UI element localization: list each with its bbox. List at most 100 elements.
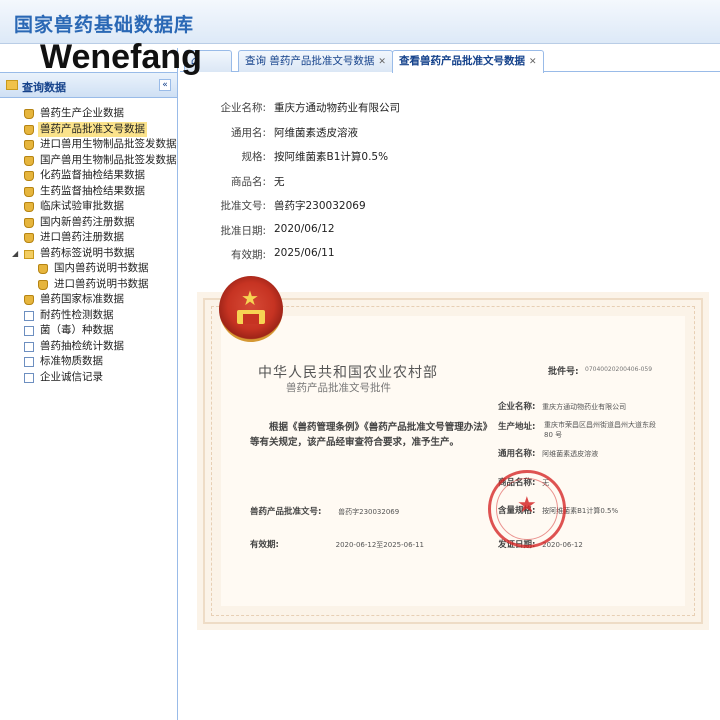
page-icon	[24, 326, 34, 336]
sidebar-item-label: 兽药国家标准数据	[40, 293, 124, 305]
sidebar-item[interactable]: 兽药产品批准文号数据	[0, 121, 177, 138]
sidebar-item-label: 耐药性检测数据	[40, 308, 114, 321]
tab-label: 查看兽药产品批准文号数据	[399, 55, 525, 67]
expand-arrow-icon[interactable]: ◢	[12, 246, 18, 261]
database-icon	[24, 171, 34, 181]
sidebar-item[interactable]: 国产兽用生物制品批签发数据	[0, 153, 177, 169]
sidebar: 查询数据 « 兽药生产企业数据兽药产品批准文号数据 进口兽用生物制品批签发数据 国产…	[0, 48, 178, 720]
field-label: 批准日期:	[220, 224, 266, 237]
sidebar-item[interactable]: 兽药国家标准数据	[0, 292, 177, 308]
field-label: 规格:	[241, 151, 266, 163]
field-value: 2025/06/11	[274, 247, 335, 259]
official-seal-icon: ★	[488, 470, 566, 548]
database-icon	[24, 186, 34, 197]
tab-view-approval[interactable]: 查看兽药产品批准文号数据 ✕	[392, 50, 544, 73]
sidebar-title: 查询数据	[22, 81, 66, 94]
sidebar-tree: 兽药生产企业数据兽药产品批准文号数据 进口兽用生物制品批签发数据 国产兽用生物制品批…	[0, 98, 177, 385]
approval-number-label: 兽药产品批准文号:	[250, 507, 322, 517]
page-icon	[24, 341, 34, 352]
certificate-subtitle: 兽药产品批准文号批件	[286, 382, 391, 394]
permit-number-label: 批件号:	[548, 367, 579, 377]
collapse-icon[interactable]: «	[159, 79, 171, 91]
company-row: 企业名称: 重庆方通动物药业有限公司	[498, 400, 626, 412]
certificate-image	[197, 292, 709, 630]
address-label: 生产地址:	[498, 422, 536, 432]
sidebar-item-label: 进口兽药注册数据	[40, 231, 124, 243]
field-value: 2020/06/12	[274, 222, 335, 235]
generic-name-row: 通用名称: 阿维菌素透皮溶液	[498, 447, 598, 459]
detail-row-validity: 有效期: 2025/06/11	[196, 247, 696, 272]
sidebar-item[interactable]: 国内新兽药注册数据	[0, 215, 177, 231]
sidebar-item[interactable]: 兽药抽检统计数据	[0, 339, 177, 355]
generic-name-label: 通用名称:	[498, 449, 536, 459]
permit-number-value: 07040020200406-059	[585, 366, 653, 373]
folder-icon	[24, 249, 34, 259]
sidebar-item[interactable]: 进口兽药说明书数据	[0, 277, 177, 293]
sidebar-item[interactable]: 国内兽药说明书数据	[0, 261, 177, 277]
sidebar-item-label: 生药监督抽检结果数据	[40, 184, 145, 197]
detail-row-generic-name: 通用名: 阿维菌素透皮溶液	[196, 125, 696, 150]
field-label: 批准文号:	[220, 200, 266, 212]
sidebar-item[interactable]: ◢ 兽药标签说明书数据	[0, 246, 177, 262]
database-icon	[24, 233, 34, 243]
database-icon	[24, 295, 34, 305]
watermark-text: Wenefang	[40, 38, 202, 76]
detail-panel: 企业名称: 重庆方通动物药业有限公司 通用名: 阿维菌素透皮溶液 规格: 按阿维…	[196, 100, 696, 272]
generic-name-value: 阿维菌素透皮溶液	[542, 450, 599, 458]
detail-row-approval-date: 批准日期: 2020/06/12	[196, 223, 696, 248]
certificate-title: 中华人民共和国农业农村部	[258, 365, 438, 381]
national-emblem-icon: ★	[219, 276, 283, 342]
sidebar-item[interactable]: 进口兽用生物制品批签发数据	[0, 137, 177, 153]
sidebar-item-label: 兽药抽检统计数据	[40, 339, 124, 352]
sidebar-item-label: 标准物质数据	[40, 355, 103, 367]
sidebar-item-label: 兽药标签说明书数据	[40, 246, 135, 259]
sidebar-item[interactable]: 标准物质数据	[0, 354, 177, 370]
field-value: 阿维菌素透皮溶液	[274, 126, 358, 139]
database-icon	[24, 140, 34, 150]
sidebar-item[interactable]: 菌（毒）种数据	[0, 323, 177, 339]
database-icon	[24, 155, 34, 166]
sidebar-item[interactable]: 兽药生产企业数据	[0, 106, 177, 122]
sidebar-item-label: 化药监督抽检结果数据	[40, 169, 145, 181]
page-icon	[24, 372, 34, 383]
sidebar-item-label: 兽药产品批准文号数据	[38, 121, 147, 137]
issue-date-value: 2020-06-12	[542, 541, 583, 549]
database-icon	[24, 124, 34, 135]
sidebar-item[interactable]: 企业诚信记录	[0, 370, 177, 386]
tab-bar: ⌂ 查询 兽药产品批准文号数据 ✕ 查看兽药产品批准文号数据 ✕	[180, 48, 720, 73]
field-label: 商品名:	[230, 175, 266, 188]
sidebar-item[interactable]: 生药监督抽检结果数据	[0, 184, 177, 200]
approval-number-row: 兽药产品批准文号: 兽药字230032069	[250, 505, 399, 517]
approval-number-value: 兽药字230032069	[338, 508, 400, 516]
sidebar-item-label: 国产兽用生物制品批签发数据	[40, 153, 177, 166]
field-label: 通用名:	[230, 126, 266, 139]
database-icon	[24, 109, 34, 119]
page-icon	[24, 310, 34, 321]
tab-query-approval[interactable]: 查询 兽药产品批准文号数据 ✕	[238, 50, 393, 72]
sidebar-item-label: 兽药生产企业数据	[40, 107, 124, 119]
sidebar-item[interactable]: 耐药性检测数据	[0, 308, 177, 324]
sidebar-item[interactable]: 化药监督抽检结果数据	[0, 168, 177, 184]
close-icon[interactable]: ✕	[378, 57, 386, 67]
folder-icon	[6, 80, 18, 90]
field-label: 企业名称:	[220, 102, 266, 114]
tab-label: 查询 兽药产品批准文号数据	[245, 55, 375, 67]
sidebar-item-label: 进口兽用生物制品批签发数据	[40, 138, 177, 150]
sidebar-item-label: 企业诚信记录	[40, 370, 103, 383]
sidebar-item[interactable]: 临床试验审批数据	[0, 199, 177, 215]
field-value: 兽药字230032069	[274, 200, 366, 212]
detail-row-company: 企业名称: 重庆方通动物药业有限公司	[196, 100, 696, 125]
field-label: 有效期:	[230, 249, 266, 261]
database-icon	[38, 279, 48, 290]
sidebar-item-label: 临床试验审批数据	[40, 200, 124, 212]
address-row: 生产地址: 重庆市荣昌区昌州街道昌州大道东段 80 号	[498, 420, 698, 440]
company-label: 企业名称:	[498, 402, 536, 412]
sidebar-item-label: 进口兽药说明书数据	[54, 277, 149, 290]
close-icon[interactable]: ✕	[529, 57, 537, 67]
sidebar-item[interactable]: 进口兽药注册数据	[0, 230, 177, 246]
app-title: 国家兽药基础数据库	[14, 14, 195, 36]
detail-row-trade-name: 商品名: 无	[196, 174, 696, 199]
validity-row: 有效期: 2020-06-12至2025-06-11	[250, 538, 424, 550]
database-icon	[38, 264, 48, 274]
field-value: 重庆方通动物药业有限公司	[274, 102, 400, 114]
